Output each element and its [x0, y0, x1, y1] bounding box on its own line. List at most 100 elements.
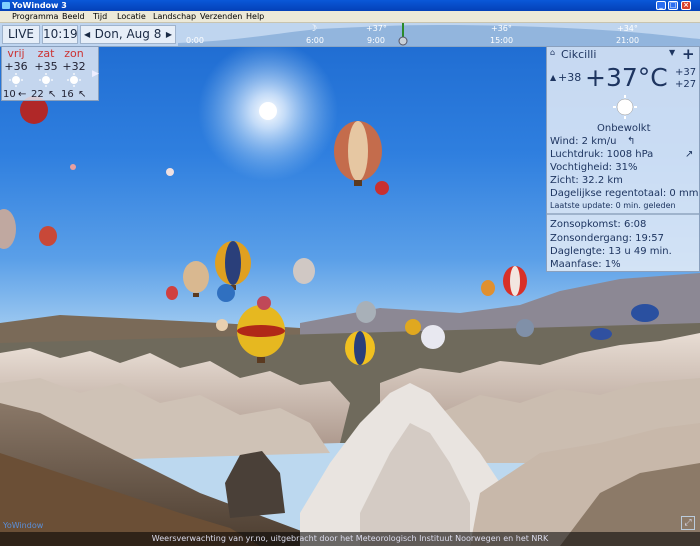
balloon — [166, 286, 178, 300]
timeline-time-2: 6:00 — [306, 36, 324, 45]
panel-divider — [547, 213, 699, 215]
forecast-day-temp: +32 — [62, 60, 86, 73]
balloon — [183, 261, 209, 297]
wind-arrow-icon: ↖ — [48, 89, 57, 100]
feels-like-temp: +38 — [558, 71, 582, 84]
date-label: Don, Aug 8 — [94, 27, 162, 41]
high-temp: +37 — [675, 67, 697, 78]
forecast-next-button[interactable]: ▶ — [92, 69, 99, 79]
balloon — [631, 304, 659, 322]
balloon — [481, 280, 495, 296]
menu-programma[interactable]: Programma — [12, 11, 58, 22]
menu-verzenden[interactable]: Verzenden — [200, 11, 242, 22]
forecast-day-name: zon — [64, 47, 84, 60]
timeline-temp-2: +36° — [491, 24, 512, 33]
sunset-info: Zonsondergang: 19:57 — [550, 233, 664, 244]
current-temp: +37°C — [585, 63, 668, 92]
date-selector[interactable]: ◀ Don, Aug 8 ▶ — [80, 25, 176, 44]
moon-icon: ☽ — [309, 24, 318, 34]
window-title: YoWindow 3 — [12, 1, 67, 10]
timeline-time-3: 9:00 — [367, 36, 385, 45]
day-length-info: Daglengte: 13 u 49 min. — [550, 246, 672, 257]
balloon — [166, 168, 174, 176]
forecast-credit[interactable]: Weersverwachting van yr.no, uitgebracht … — [152, 534, 548, 543]
rain-total-info: Dagelijkse regentotaal: 0 mm — [550, 188, 699, 199]
balloon — [345, 331, 375, 365]
menu-help[interactable]: Help — [246, 11, 264, 22]
sunrise-info: Zonsopkomst: 6:08 — [550, 219, 647, 230]
fullscreen-button[interactable]: ⤢ — [681, 516, 695, 530]
forecast-wind-speed: 16 — [61, 89, 74, 100]
prev-day-button[interactable]: ◀ — [84, 26, 90, 43]
time-control-bar: LIVE 10:19 ◀ Don, Aug 8 ▶ ☽ +37° +36° +3… — [0, 23, 700, 47]
forecast-day[interactable]: zon +32 — [60, 47, 88, 87]
pressure-trend-icon: ↗ — [685, 149, 694, 160]
last-update-info: Laatste update: 0 min. geleden — [550, 201, 676, 210]
sun-icon — [67, 73, 81, 87]
yowindow-brand[interactable]: YoWindow — [3, 521, 43, 530]
balloon — [215, 241, 251, 290]
location-name[interactable]: Cikcilli — [561, 48, 596, 61]
app-icon — [2, 2, 10, 9]
balloon — [217, 284, 235, 302]
day-timeline[interactable]: ☽ +37° +36° +34° 0:00 6:00 9:00 15:00 21… — [178, 23, 700, 46]
wind-info: Wind: 2 km/u — [550, 136, 617, 147]
balloon — [590, 328, 612, 340]
wind-arrow-icon: ↖ — [78, 89, 87, 100]
sun-icon — [9, 73, 23, 87]
live-button[interactable]: LIVE — [2, 25, 40, 44]
moon-phase-info: Maanfase: 1% — [550, 259, 621, 270]
home-icon[interactable]: ⌂ — [550, 48, 555, 57]
forecast-day-name: zat — [37, 47, 55, 60]
current-time[interactable]: 10:19 — [42, 25, 78, 44]
balloon — [39, 226, 57, 246]
sun-icon — [39, 73, 53, 87]
balloon — [356, 301, 376, 323]
forecast-day-name: vrij — [7, 47, 25, 60]
timeline-temp-1: +37° — [366, 24, 387, 33]
menu-tijd[interactable]: Tijd — [93, 11, 107, 22]
forecast-wind-speed: 10 — [3, 89, 16, 100]
location-dropdown-icon[interactable]: ▼ — [669, 48, 675, 57]
minimize-button[interactable]: _ — [656, 1, 666, 10]
visibility-info: Zicht: 32.2 km — [550, 175, 623, 186]
forecast-day-temp: +36 — [4, 60, 28, 73]
maximize-button[interactable]: □ — [668, 1, 678, 10]
forecast-panel[interactable]: vrij +36 zat +35 zon +32 10 ← 22 ↖ 16 ↖ … — [1, 46, 99, 101]
balloon — [334, 121, 382, 186]
balloon — [216, 319, 228, 331]
current-weather-panel: ⌂ Cikcilli ▼ + ▲ +38 +37°C +37 +27 Onbew… — [546, 45, 700, 272]
humidity-info: Vochtigheid: 31% — [550, 162, 638, 173]
menu-landschap[interactable]: Landschap — [153, 11, 196, 22]
menu-beeld[interactable]: Beeld — [62, 11, 85, 22]
menu-bar: Programma Beeld Tijd Locatie Landschap V… — [0, 11, 700, 23]
balloon — [503, 266, 527, 296]
wind-arrow-icon: ← — [18, 89, 27, 100]
balloon — [257, 296, 271, 310]
forecast-day-temp: +35 — [34, 60, 58, 73]
balloon — [405, 319, 421, 335]
sun-icon — [613, 95, 637, 119]
forecast-day[interactable]: zat +35 — [32, 47, 60, 87]
pressure-info: Luchtdruk: 1008 hPa — [550, 149, 654, 160]
balloon — [70, 164, 76, 170]
balloon — [293, 258, 315, 284]
title-bar: YoWindow 3 _ □ × — [0, 0, 700, 11]
balloon — [421, 325, 445, 349]
low-temp: +27 — [675, 79, 697, 90]
feels-like-arrow-icon: ▲ — [550, 73, 557, 82]
balloon — [516, 319, 534, 337]
timeline-time-5: 21:00 — [616, 36, 640, 45]
balloon — [375, 181, 389, 195]
add-location-button[interactable]: + — [682, 45, 695, 63]
menu-locatie[interactable]: Locatie — [117, 11, 146, 22]
close-button[interactable]: × — [681, 1, 691, 10]
forecast-day[interactable]: vrij +36 — [2, 47, 30, 87]
wind-arrow-icon: ↰ — [627, 136, 636, 147]
timeline-temp-3: +34° — [617, 24, 638, 33]
forecast-wind-speed: 22 — [31, 89, 44, 100]
timeline-time-4: 15:00 — [490, 36, 514, 45]
status-bar: Weersverwachting van yr.no, uitgebracht … — [0, 532, 700, 546]
timeline-time-1: 0:00 — [186, 36, 204, 45]
next-day-button[interactable]: ▶ — [166, 26, 172, 43]
